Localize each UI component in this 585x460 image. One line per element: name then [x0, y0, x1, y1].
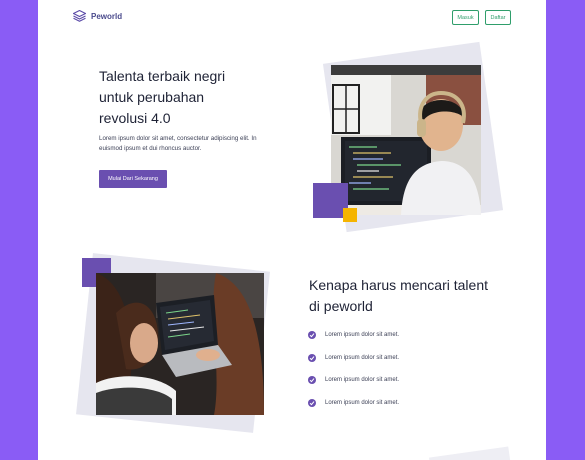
why-section-title: Kenapa harus mencari talent di peworld [309, 275, 519, 317]
section-photo [96, 273, 264, 415]
layers-icon [73, 10, 86, 22]
brand-name: Peworld [91, 11, 123, 21]
feature-text: Lorem ipsum dolor sit amet. [325, 377, 400, 384]
decor-square-yellow [343, 208, 357, 222]
hero-title: Talenta terbaik negri untuk perubahan re… [99, 66, 249, 129]
hero-title-line-1: Talenta terbaik negri [99, 68, 226, 84]
login-button[interactable]: Masuk [452, 10, 479, 25]
feature-list: Lorem ipsum dolor sit amet. Lorem ipsum … [308, 324, 399, 414]
check-circle-icon [308, 376, 316, 385]
list-item: Lorem ipsum dolor sit amet. [308, 392, 399, 415]
hero-description: Lorem ipsum dolor sit amet, consectetur … [99, 135, 257, 152]
check-circle-icon [308, 353, 316, 362]
list-item: Lorem ipsum dolor sit amet. [308, 324, 399, 347]
landing-page: Peworld Masuk Daftar Talenta terbaik neg… [38, 0, 546, 460]
check-circle-icon [308, 331, 316, 340]
hero-photo [331, 65, 481, 215]
get-started-button[interactable]: Mulai Dari Sekarang [99, 170, 167, 188]
bottom-decoration [428, 446, 512, 460]
check-circle-icon [308, 398, 316, 407]
feature-text: Lorem ipsum dolor sit amet. [325, 332, 400, 339]
list-item: Lorem ipsum dolor sit amet. [308, 369, 399, 392]
brand-logo[interactable]: Peworld [73, 10, 122, 22]
list-item: Lorem ipsum dolor sit amet. [308, 347, 399, 370]
why-title-line-1: Kenapa harus mencari talent [309, 277, 488, 293]
hero-title-line-3: revolusi 4.0 [99, 110, 171, 126]
feature-text: Lorem ipsum dolor sit amet. [325, 354, 400, 361]
register-button[interactable]: Daftar [485, 10, 511, 25]
feature-text: Lorem ipsum dolor sit amet. [325, 399, 400, 406]
why-title-line-2: di peworld [309, 298, 373, 314]
hero-title-line-2: untuk perubahan [99, 89, 205, 105]
